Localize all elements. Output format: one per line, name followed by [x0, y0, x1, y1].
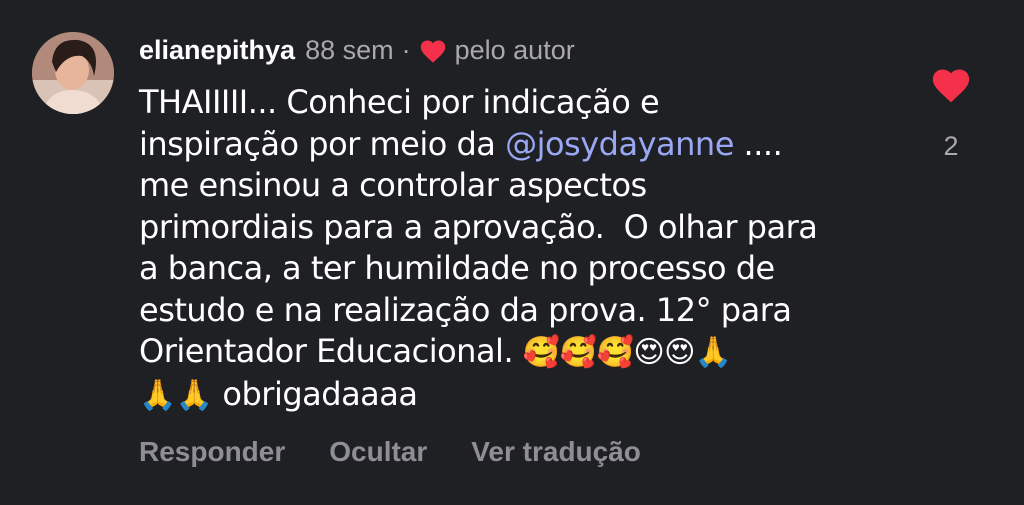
comment-header: elianepithya 88 sem · pelo autor: [139, 30, 575, 70]
like-button[interactable]: [930, 66, 972, 109]
comment-line: ....: [733, 124, 783, 163]
comment-line: Orientador Educacional.: [139, 332, 523, 370]
like-column: 2: [926, 66, 976, 162]
comment-line: primordiais para a aprovação. O olhar pa…: [139, 207, 818, 246]
avatar[interactable]: [32, 32, 114, 114]
heart-icon: [930, 69, 972, 108]
comment: elianepithya 88 sem · pelo autor THAIIII…: [0, 0, 1024, 505]
comment-line: THAIIIII... Conheci por indicação e: [139, 83, 660, 121]
comment-line: a banca, a ter humildade no processo de: [139, 249, 775, 287]
comment-line: estudo e na realização da prova. 12° par…: [139, 290, 792, 329]
comment-line: inspiração por meio da: [139, 124, 506, 163]
heart-icon: [419, 38, 447, 64]
liked-by-author-label: pelo autor: [454, 34, 575, 65]
separator-dot: ·: [401, 34, 411, 65]
comment-actions: Responder Ocultar Ver tradução: [139, 436, 641, 468]
comment-line: obrigadaaaa: [212, 374, 418, 413]
username[interactable]: elianepithya: [139, 35, 295, 66]
translate-button[interactable]: Ver tradução: [471, 436, 641, 468]
timestamp: 88 sem: [305, 34, 394, 65]
emoji-group: 🙏🙏: [139, 377, 213, 413]
hide-button[interactable]: Ocultar: [329, 436, 427, 468]
emoji-group: 🥰🥰🥰😍😍🙏: [522, 335, 732, 370]
mention-link[interactable]: @josydayanne: [505, 125, 734, 163]
comment-line: me ensinou a controlar aspectos: [139, 166, 647, 204]
like-count[interactable]: 2: [943, 131, 958, 162]
comment-text: THAIIIII... Conheci por indicação e insp…: [139, 82, 879, 416]
reply-button[interactable]: Responder: [139, 436, 285, 468]
